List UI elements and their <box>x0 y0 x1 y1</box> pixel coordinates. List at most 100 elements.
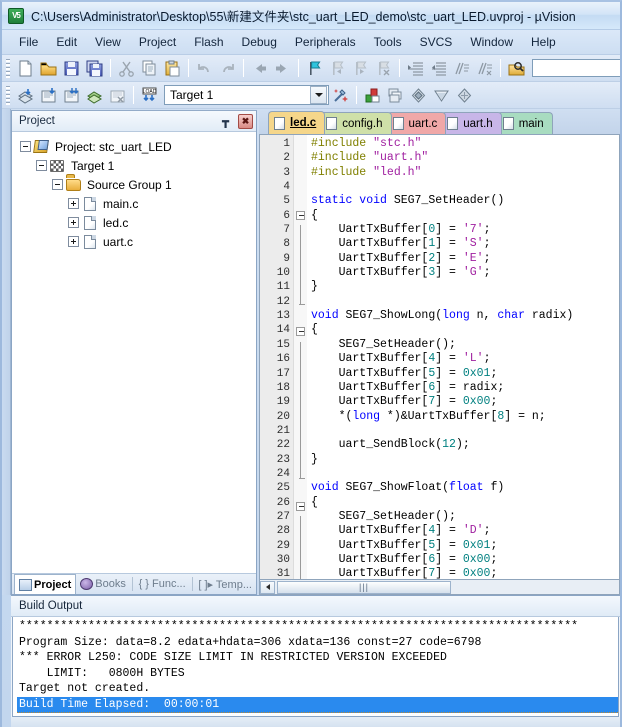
batch-build-icon[interactable] <box>83 84 106 106</box>
navigate-forward-icon[interactable] <box>271 57 294 79</box>
toolbar-grip[interactable] <box>6 58 10 78</box>
tree-node[interactable]: Target 1 <box>12 156 256 175</box>
redo-icon[interactable] <box>216 57 239 79</box>
project-tree[interactable]: Project: stc_uart_LED Target 1 Source Grou… <box>12 132 256 573</box>
build-output-line[interactable]: LIMIT: 0800H BYTES <box>17 666 618 682</box>
editor-tab-label: uart.c <box>408 117 438 130</box>
fold-marker[interactable] <box>294 327 307 341</box>
navigate-back-icon[interactable] <box>248 57 271 79</box>
code-editor[interactable]: 1 2 3 4 5 6 7 8 9 10 11 12 13 14 15 16 17 18 19 20 21 22 23 24 2… <box>259 134 620 580</box>
fold-guide-line <box>300 470 301 478</box>
panel-tab-func[interactable]: { } Func... <box>135 574 190 594</box>
code-text[interactable]: #include "stc.h" #include "uart.h" #includ… <box>307 135 619 579</box>
menu-item-help[interactable]: Help <box>522 32 565 52</box>
file-icon <box>502 117 514 130</box>
save-icon[interactable] <box>60 57 83 79</box>
panel-tab-books[interactable]: Books <box>76 574 130 594</box>
panel-tab-temp[interactable]: [ ]▸ Temp... <box>194 574 256 594</box>
collapse-icon[interactable] <box>20 141 31 152</box>
uncomment-icon[interactable] <box>473 57 496 79</box>
download-icon[interactable]: LOAD <box>138 84 161 106</box>
editor-tab-configh[interactable]: config.h <box>320 112 392 134</box>
manage-run-env-icon[interactable] <box>407 84 430 106</box>
new-file-icon[interactable] <box>14 57 37 79</box>
save-all-icon[interactable] <box>83 57 106 79</box>
menu-item-file[interactable]: File <box>10 32 47 52</box>
undo-icon[interactable] <box>193 57 216 79</box>
code-token: { <box>311 208 318 222</box>
build-output-line[interactable]: *** ERROR L250: CODE SIZE LIMIT IN RESTR… <box>17 650 618 666</box>
tree-node[interactable]: Source Group 1 <box>12 175 256 194</box>
target-select[interactable]: Target 1 <box>164 85 329 105</box>
line-number: 31 <box>276 568 290 580</box>
expand-icon[interactable] <box>68 198 79 209</box>
cut-icon[interactable] <box>115 57 138 79</box>
find-in-files-icon[interactable] <box>505 57 528 79</box>
indent-right-icon[interactable] <box>404 57 427 79</box>
collapse-icon[interactable] <box>36 160 47 171</box>
close-icon[interactable]: ✖ <box>238 113 253 129</box>
build-icon[interactable] <box>37 84 60 106</box>
bookmark-next-icon[interactable] <box>349 57 372 79</box>
editor-horizontal-scrollbar[interactable]: ||| <box>259 580 620 595</box>
tree-node[interactable]: uart.c <box>12 232 256 251</box>
editor-tab-ledc[interactable]: led.c <box>268 111 326 134</box>
bookmark-prev-icon[interactable] <box>326 57 349 79</box>
translate-icon[interactable] <box>14 84 37 106</box>
chevron-down-icon[interactable] <box>310 86 327 104</box>
editor-tab-main[interactable]: main <box>496 112 553 134</box>
stop-build-icon[interactable] <box>106 84 129 106</box>
indent-left-icon[interactable] <box>427 57 450 79</box>
fold-marker[interactable] <box>294 501 307 516</box>
scrollbar-thumb[interactable]: ||| <box>277 580 451 594</box>
build-output-line[interactable]: Program Size: data=8.2 edata+hdata=306 x… <box>17 635 618 651</box>
bookmark-clear-icon[interactable] <box>372 57 395 79</box>
build-output-text[interactable]: ****************************************… <box>12 617 619 717</box>
fold-collapse-icon[interactable] <box>296 327 305 337</box>
menu-item-flash[interactable]: Flash <box>185 32 232 52</box>
editor-tab-uartc[interactable]: uart.c <box>386 112 447 134</box>
menu-item-window[interactable]: Window <box>461 32 522 52</box>
toolbar-grip[interactable] <box>6 85 10 105</box>
build-output-line-selected[interactable]: Build Time Elapsed: 00:00:01 <box>17 696 618 713</box>
menu-item-view[interactable]: View <box>86 32 130 52</box>
open-folder-icon[interactable] <box>37 57 60 79</box>
manage-components-icon[interactable] <box>384 84 407 106</box>
menu-item-project[interactable]: Project <box>130 32 185 52</box>
fold-collapse-icon[interactable] <box>296 501 305 511</box>
menu-item-svcs[interactable]: SVCS <box>411 32 462 52</box>
editor-tab-uarth[interactable]: uart.h <box>441 112 502 134</box>
multi-project-icon[interactable] <box>453 84 476 106</box>
tree-node[interactable]: Project: stc_uart_LED <box>12 137 256 156</box>
toolbar-search-input[interactable] <box>532 59 620 77</box>
panel-tab-project[interactable]: Project <box>14 574 77 594</box>
scroll-left-arrow-icon[interactable] <box>260 580 275 594</box>
rebuild-icon[interactable] <box>60 84 83 106</box>
target-options-wizard-icon[interactable] <box>329 84 352 106</box>
expand-icon[interactable] <box>68 217 79 228</box>
fold-marker[interactable] <box>294 210 307 225</box>
pack-installer-icon[interactable] <box>430 84 453 106</box>
build-output-line[interactable]: Target not created. <box>17 681 618 697</box>
fold-marker <box>294 194 307 208</box>
code-folding-margin[interactable] <box>294 135 307 579</box>
build-output-line[interactable]: ****************************************… <box>17 619 618 635</box>
pin-icon[interactable]: ┳ <box>218 114 233 129</box>
project-options-icon[interactable] <box>361 84 384 106</box>
copy-icon[interactable] <box>138 57 161 79</box>
code-token: uart_SendBlock( <box>311 438 443 452</box>
collapse-icon[interactable] <box>52 179 63 190</box>
line-number: 4 <box>283 181 290 194</box>
tree-node[interactable]: main.c <box>12 194 256 213</box>
menu-item-debug[interactable]: Debug <box>233 32 286 52</box>
menu-item-edit[interactable]: Edit <box>47 32 86 52</box>
tree-node[interactable]: led.c <box>12 213 256 232</box>
paste-icon[interactable] <box>161 57 184 79</box>
bookmark-toggle-icon[interactable] <box>303 57 326 79</box>
fold-collapse-icon[interactable] <box>296 210 305 220</box>
menu-item-tools[interactable]: Tools <box>365 32 411 52</box>
expand-icon[interactable] <box>68 236 79 247</box>
comment-icon[interactable] <box>450 57 473 79</box>
menu-item-peripherals[interactable]: Peripherals <box>286 32 365 52</box>
